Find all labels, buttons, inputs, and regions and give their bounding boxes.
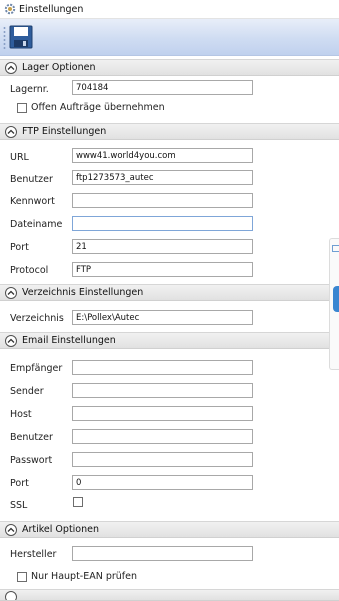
email-port-label: Port [10,478,29,489]
section-ftp-einstellungen[interactable]: FTP Einstellungen [0,123,339,140]
sender-label: Sender [10,386,44,397]
haupt-ean-label: Nur Haupt-EAN prüfen [31,571,138,582]
hersteller-input[interactable] [72,546,253,561]
lagernr-input[interactable]: 704184 [72,80,253,95]
chevron-up-icon[interactable] [5,523,17,536]
chevron-up-icon[interactable] [5,334,17,347]
empfaenger-label: Empfänger [10,363,63,374]
verzeichnis-label: Verzeichnis [10,313,64,324]
section-artikel-optionen[interactable]: Artikel Optionen [0,521,339,538]
chevron-up-icon[interactable] [5,591,17,600]
toolbar-grip[interactable] [3,26,6,50]
offen-auftraege-label: Offen Aufträge übernehmen [31,102,165,113]
offen-auftraege-checkbox[interactable] [17,103,27,113]
chevron-up-icon[interactable] [5,125,17,138]
protocol-label: Protocol [10,265,49,276]
chevron-up-icon[interactable] [5,61,17,74]
section-title: Email Einstellungen [22,335,116,346]
url-input[interactable]: www41.world4you.com [72,148,253,163]
haupt-ean-checkbox[interactable] [17,572,27,582]
section-title: Lager Optionen [22,62,96,73]
window-titlebar: Einstellungen [0,0,339,19]
protocol-input[interactable]: FTP [72,262,253,277]
passwort-label: Passwort [10,455,53,466]
ssl-label: SSL [10,500,28,511]
side-panel-edge[interactable] [329,238,339,370]
gear-icon [4,3,16,15]
ssl-checkbox[interactable] [73,497,83,507]
hersteller-label: Hersteller [10,549,57,560]
passwort-input[interactable] [72,452,253,467]
dateiname-input[interactable] [72,216,253,231]
floppy-disk-icon[interactable] [9,25,33,49]
lagernr-label: Lagernr. [10,84,49,95]
side-accent [333,286,339,312]
toolbar [0,19,339,56]
section-verzeichnis-einstellungen[interactable]: Verzeichnis Einstellungen [0,284,339,301]
verzeichnis-input[interactable]: E:\Pollex\Autec [72,310,253,325]
chevron-up-icon[interactable] [5,286,17,299]
section-title: Verzeichnis Einstellungen [22,287,144,298]
section-lager-optionen[interactable]: Lager Optionen [0,59,339,76]
url-label: URL [10,152,29,163]
empfaenger-input[interactable] [72,360,253,375]
host-label: Host [10,409,32,420]
ftp-port-label: Port [10,242,29,253]
email-benutzer-label: Benutzer [10,432,53,443]
email-benutzer-input[interactable] [72,429,253,444]
kennwort-label: Kennwort [10,196,55,207]
sender-input[interactable] [72,383,253,398]
section-email-einstellungen[interactable]: Email Einstellungen [0,332,339,349]
window-title: Einstellungen [19,3,84,15]
ftp-benutzer-label: Benutzer [10,174,53,185]
host-input[interactable] [72,406,253,421]
ftp-port-input[interactable]: 21 [72,239,253,254]
side-tab[interactable] [332,245,339,252]
ftp-benutzer-input[interactable]: ftp1273573_autec [72,170,253,185]
dateiname-label: Dateiname [10,219,63,230]
section-title: FTP Einstellungen [22,126,107,137]
section-title: Artikel Optionen [22,524,100,535]
email-port-input[interactable]: 0 [72,475,253,490]
section-next-partial[interactable] [0,589,339,601]
kennwort-input[interactable] [72,193,253,208]
